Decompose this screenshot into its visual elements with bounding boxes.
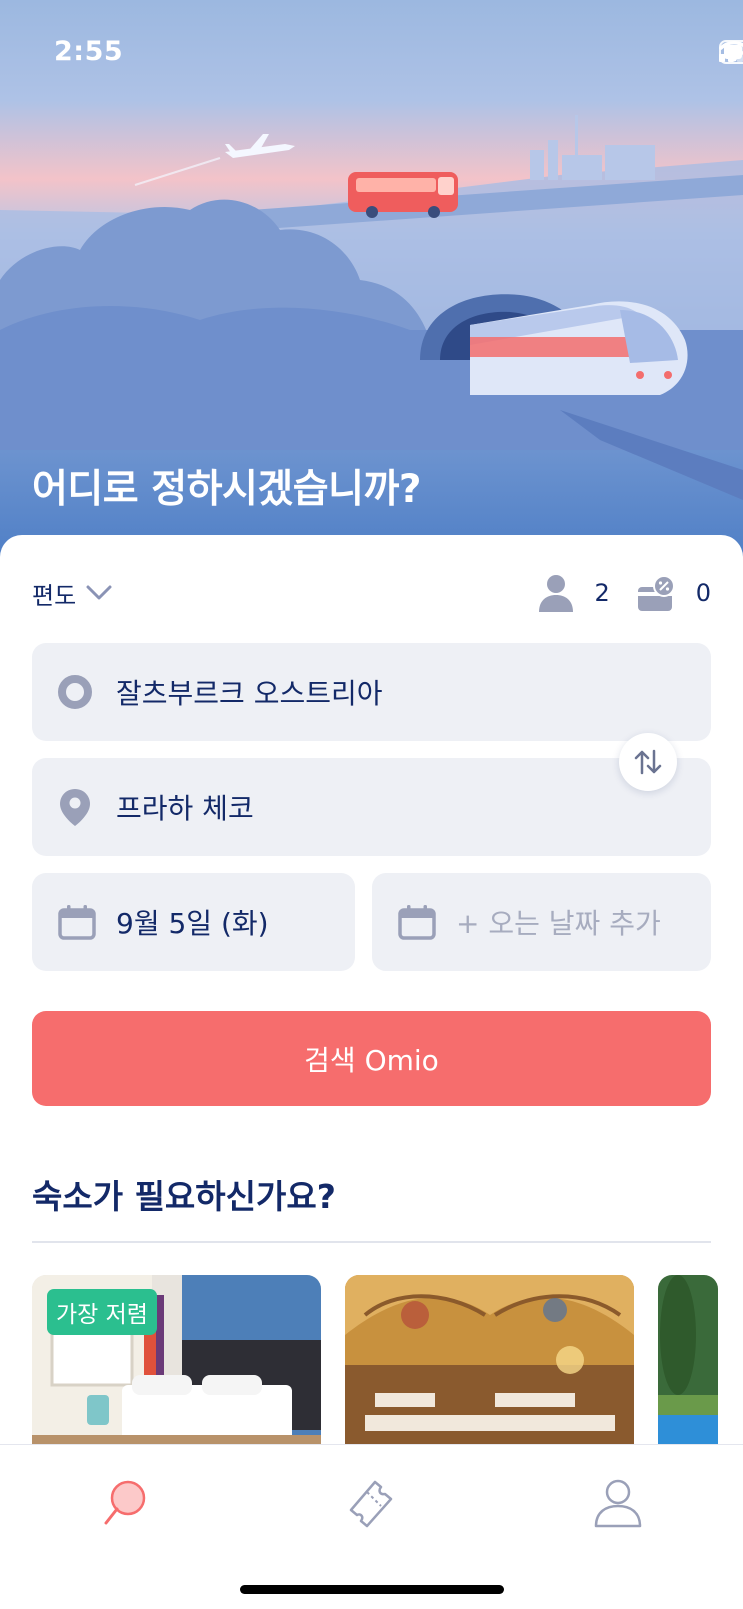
section-divider [32, 1241, 711, 1243]
status-time: 2:55 [54, 36, 124, 67]
depart-date-value: 9월 5일 (화) [116, 907, 269, 940]
swap-button[interactable] [619, 733, 677, 791]
passengers-button[interactable]: 2 [538, 574, 610, 612]
hero-title: 어디로 정하시겠습니까? [32, 467, 422, 512]
hotel-card[interactable] [658, 1275, 718, 1445]
tab-tickets[interactable] [340, 1473, 400, 1533]
calendar-icon [58, 905, 96, 940]
ticket-icon [349, 1480, 393, 1528]
calendar-icon [398, 905, 436, 940]
passenger-count: 2 [594, 579, 610, 607]
search-button[interactable]: 검색 Omio [32, 1011, 711, 1106]
search-balloon-icon [104, 1480, 146, 1525]
accommodation-title: 숙소가 필요하신가요? [32, 1177, 336, 1216]
trip-type-label: 편도 [32, 581, 77, 610]
discount-cards-button[interactable]: 0 [637, 575, 711, 611]
return-date-placeholder: + 오는 날짜 추가 [456, 907, 661, 940]
discount-card-count: 0 [695, 579, 711, 607]
restaurant-hall-image [345, 1275, 634, 1445]
origin-value: 잘츠부르크 오스트리아 [116, 677, 383, 710]
hotel-card[interactable]: 가장 저렴 [32, 1275, 321, 1445]
origin-field[interactable]: 잘츠부르크 오스트리아 [32, 643, 711, 741]
hero-banner: 2:55 어디로 정하시겠습니까? [0, 0, 743, 560]
destination-value: 프라하 체코 [116, 792, 254, 825]
depart-date-field[interactable]: 9월 5일 (화) [32, 873, 355, 971]
hotel-pool-image [658, 1275, 718, 1445]
tab-bar [0, 1444, 743, 1609]
hotel-card[interactable] [345, 1275, 634, 1445]
destination-field[interactable]: 프라하 체코 [32, 758, 711, 856]
return-date-field[interactable]: + 오는 날짜 추가 [372, 873, 711, 971]
discount-card-icon [637, 575, 675, 611]
map-pin-icon [60, 789, 90, 826]
home-indicator [240, 1585, 504, 1594]
accommodation-carousel[interactable]: 가장 저렴 [32, 1275, 743, 1445]
person-outline-icon [594, 1479, 642, 1528]
search-sheet: 편도 2 0 잘츠부르크 오스트리아 프라하 체코 9월 5일 (화) + 오는… [0, 535, 743, 1445]
person-icon [539, 575, 574, 612]
tab-search[interactable] [95, 1473, 155, 1533]
battery-icon [719, 40, 743, 64]
circle-pin-icon [58, 675, 92, 709]
swap-icon [634, 749, 662, 775]
trip-type-dropdown[interactable]: 편도 [32, 576, 112, 611]
trip-options-row: 편도 2 0 [32, 573, 711, 613]
chevron-down-icon [86, 585, 112, 600]
cheapest-badge: 가장 저렴 [47, 1289, 157, 1335]
tab-account[interactable] [588, 1473, 648, 1533]
